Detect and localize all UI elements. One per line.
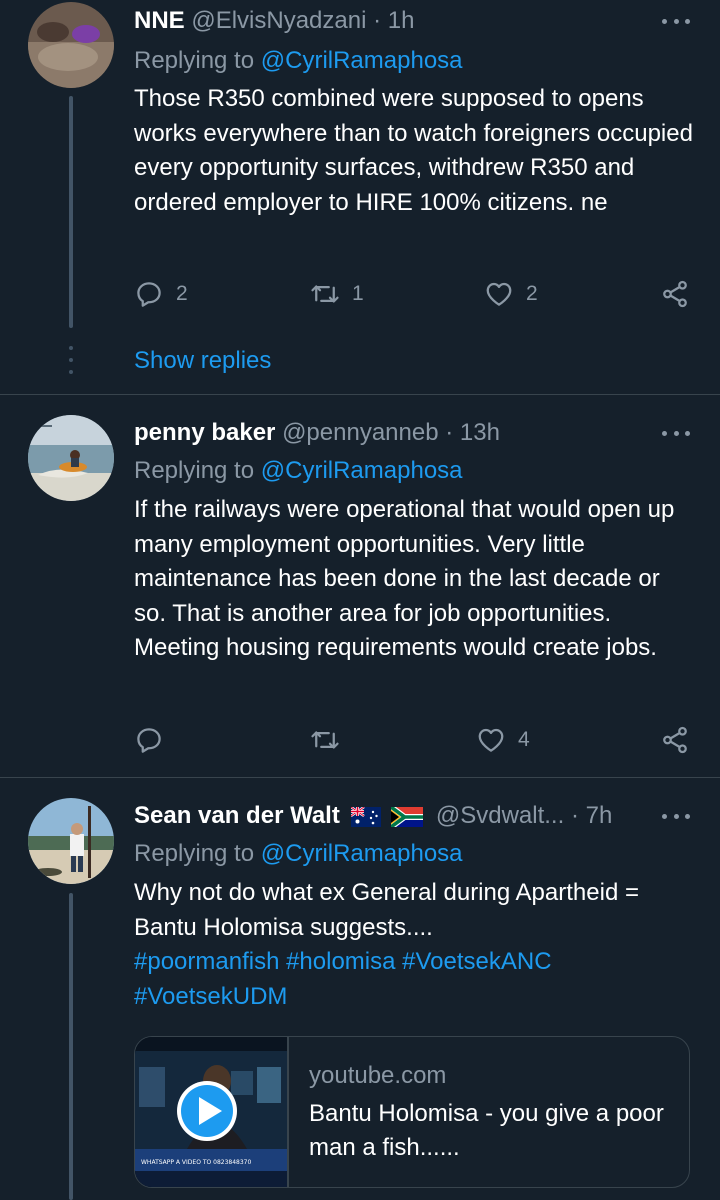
like-button[interactable]: 4 — [476, 720, 530, 760]
hashtags-line-2[interactable]: #VoetsekUDM — [134, 980, 694, 1015]
timestamp[interactable]: 13h — [460, 419, 500, 446]
replying-to: Replying to @CyrilRamaphosa — [134, 837, 463, 871]
reply-count: 2 — [176, 282, 188, 305]
thread-dots — [69, 346, 73, 382]
display-name[interactable]: penny baker — [134, 419, 275, 446]
display-name[interactable]: Sean van der Walt — [134, 802, 340, 829]
card-title: Bantu Holomisa - you give a poor man a f… — [309, 1100, 664, 1161]
link-card[interactable]: WHATSAPP A VIDEO TO 0823848370 youtube.c… — [134, 1036, 690, 1188]
avatar[interactable] — [28, 2, 114, 88]
replying-prefix: Replying to — [134, 47, 255, 74]
mention-link[interactable]: @CyrilRamaphosa — [261, 457, 463, 484]
south-africa-flag-icon — [389, 803, 424, 833]
user-handle[interactable]: @ElvisNyadzani — [191, 7, 366, 34]
retweet-icon — [311, 731, 339, 749]
tweet-text: Why not do what ex General during Aparth… — [134, 879, 639, 941]
user-handle[interactable]: @Svdwalt... — [436, 802, 564, 829]
timestamp[interactable]: 7h — [586, 802, 613, 829]
separator-dot: · — [445, 419, 454, 446]
tweet-header: penny baker @pennyanneb · 13h — [134, 416, 650, 450]
reply-button[interactable] — [134, 720, 164, 760]
thread-line — [69, 96, 73, 328]
tweet-header: NNE @ElvisNyadzani · 1h — [134, 4, 650, 38]
share-icon — [663, 280, 687, 308]
share-icon — [663, 726, 687, 754]
tweet-actions: 2 1 2 — [134, 274, 694, 314]
more-options-icon[interactable] — [662, 419, 690, 447]
tweet-2[interactable]: penny baker @pennyanneb · 13h Replying t… — [0, 395, 720, 777]
like-count: 2 — [526, 282, 538, 305]
reply-button[interactable]: 2 — [134, 274, 188, 314]
like-count: 4 — [518, 728, 530, 751]
tweet-1[interactable]: NNE @ElvisNyadzani · 1h Replying to @Cyr… — [0, 0, 720, 394]
tweet-text: Those R350 combined were supposed to ope… — [134, 85, 693, 216]
replying-to: Replying to @CyrilRamaphosa — [134, 44, 463, 78]
tweet-3[interactable]: Sean van der Walt @Svdwalt... · 7h Reply… — [0, 778, 720, 1200]
retweet-button[interactable] — [310, 720, 340, 760]
more-options-icon[interactable] — [662, 7, 690, 35]
avatar[interactable] — [28, 415, 114, 501]
heart-icon — [478, 728, 504, 752]
more-options-icon[interactable] — [662, 802, 690, 830]
timestamp[interactable]: 1h — [388, 7, 415, 34]
tweet-text: If the railways were operational that wo… — [134, 496, 675, 662]
hashtags-line-1[interactable]: #poormanfish #holomisa #VoetsekANC — [134, 945, 694, 980]
retweet-icon — [311, 285, 339, 303]
like-button[interactable]: 2 — [484, 274, 538, 314]
tweet-actions: 4 — [134, 720, 694, 760]
heart-icon — [486, 282, 512, 306]
mention-link[interactable]: @CyrilRamaphosa — [261, 840, 463, 867]
card-domain: youtube.com — [309, 1062, 447, 1089]
video-thumbnail[interactable]: WHATSAPP A VIDEO TO 0823848370 — [135, 1037, 287, 1187]
retweet-count: 1 — [352, 282, 364, 305]
mention-link[interactable]: @CyrilRamaphosa — [261, 47, 463, 74]
replying-prefix: Replying to — [134, 457, 255, 484]
separator-dot: · — [373, 7, 382, 34]
display-name[interactable]: NNE — [134, 7, 185, 34]
replying-to: Replying to @CyrilRamaphosa — [134, 454, 463, 488]
retweet-button[interactable]: 1 — [310, 274, 364, 314]
australia-flag-icon — [349, 803, 381, 833]
card-separator — [287, 1037, 289, 1187]
thread-line — [69, 893, 73, 1200]
avatar[interactable] — [28, 798, 114, 884]
user-handle[interactable]: @pennyanneb — [282, 419, 439, 446]
reply-icon — [137, 282, 161, 307]
reply-icon — [137, 728, 161, 753]
separator-dot: · — [570, 802, 579, 829]
show-replies-link[interactable]: Show replies — [134, 344, 271, 378]
tweet-header: Sean van der Walt @Svdwalt... · 7h — [134, 799, 650, 833]
share-button[interactable] — [660, 274, 690, 314]
share-button[interactable] — [660, 720, 690, 760]
thumb-caption: WHATSAPP A VIDEO TO 0823848370 — [141, 1159, 251, 1166]
replying-prefix: Replying to — [134, 840, 255, 867]
